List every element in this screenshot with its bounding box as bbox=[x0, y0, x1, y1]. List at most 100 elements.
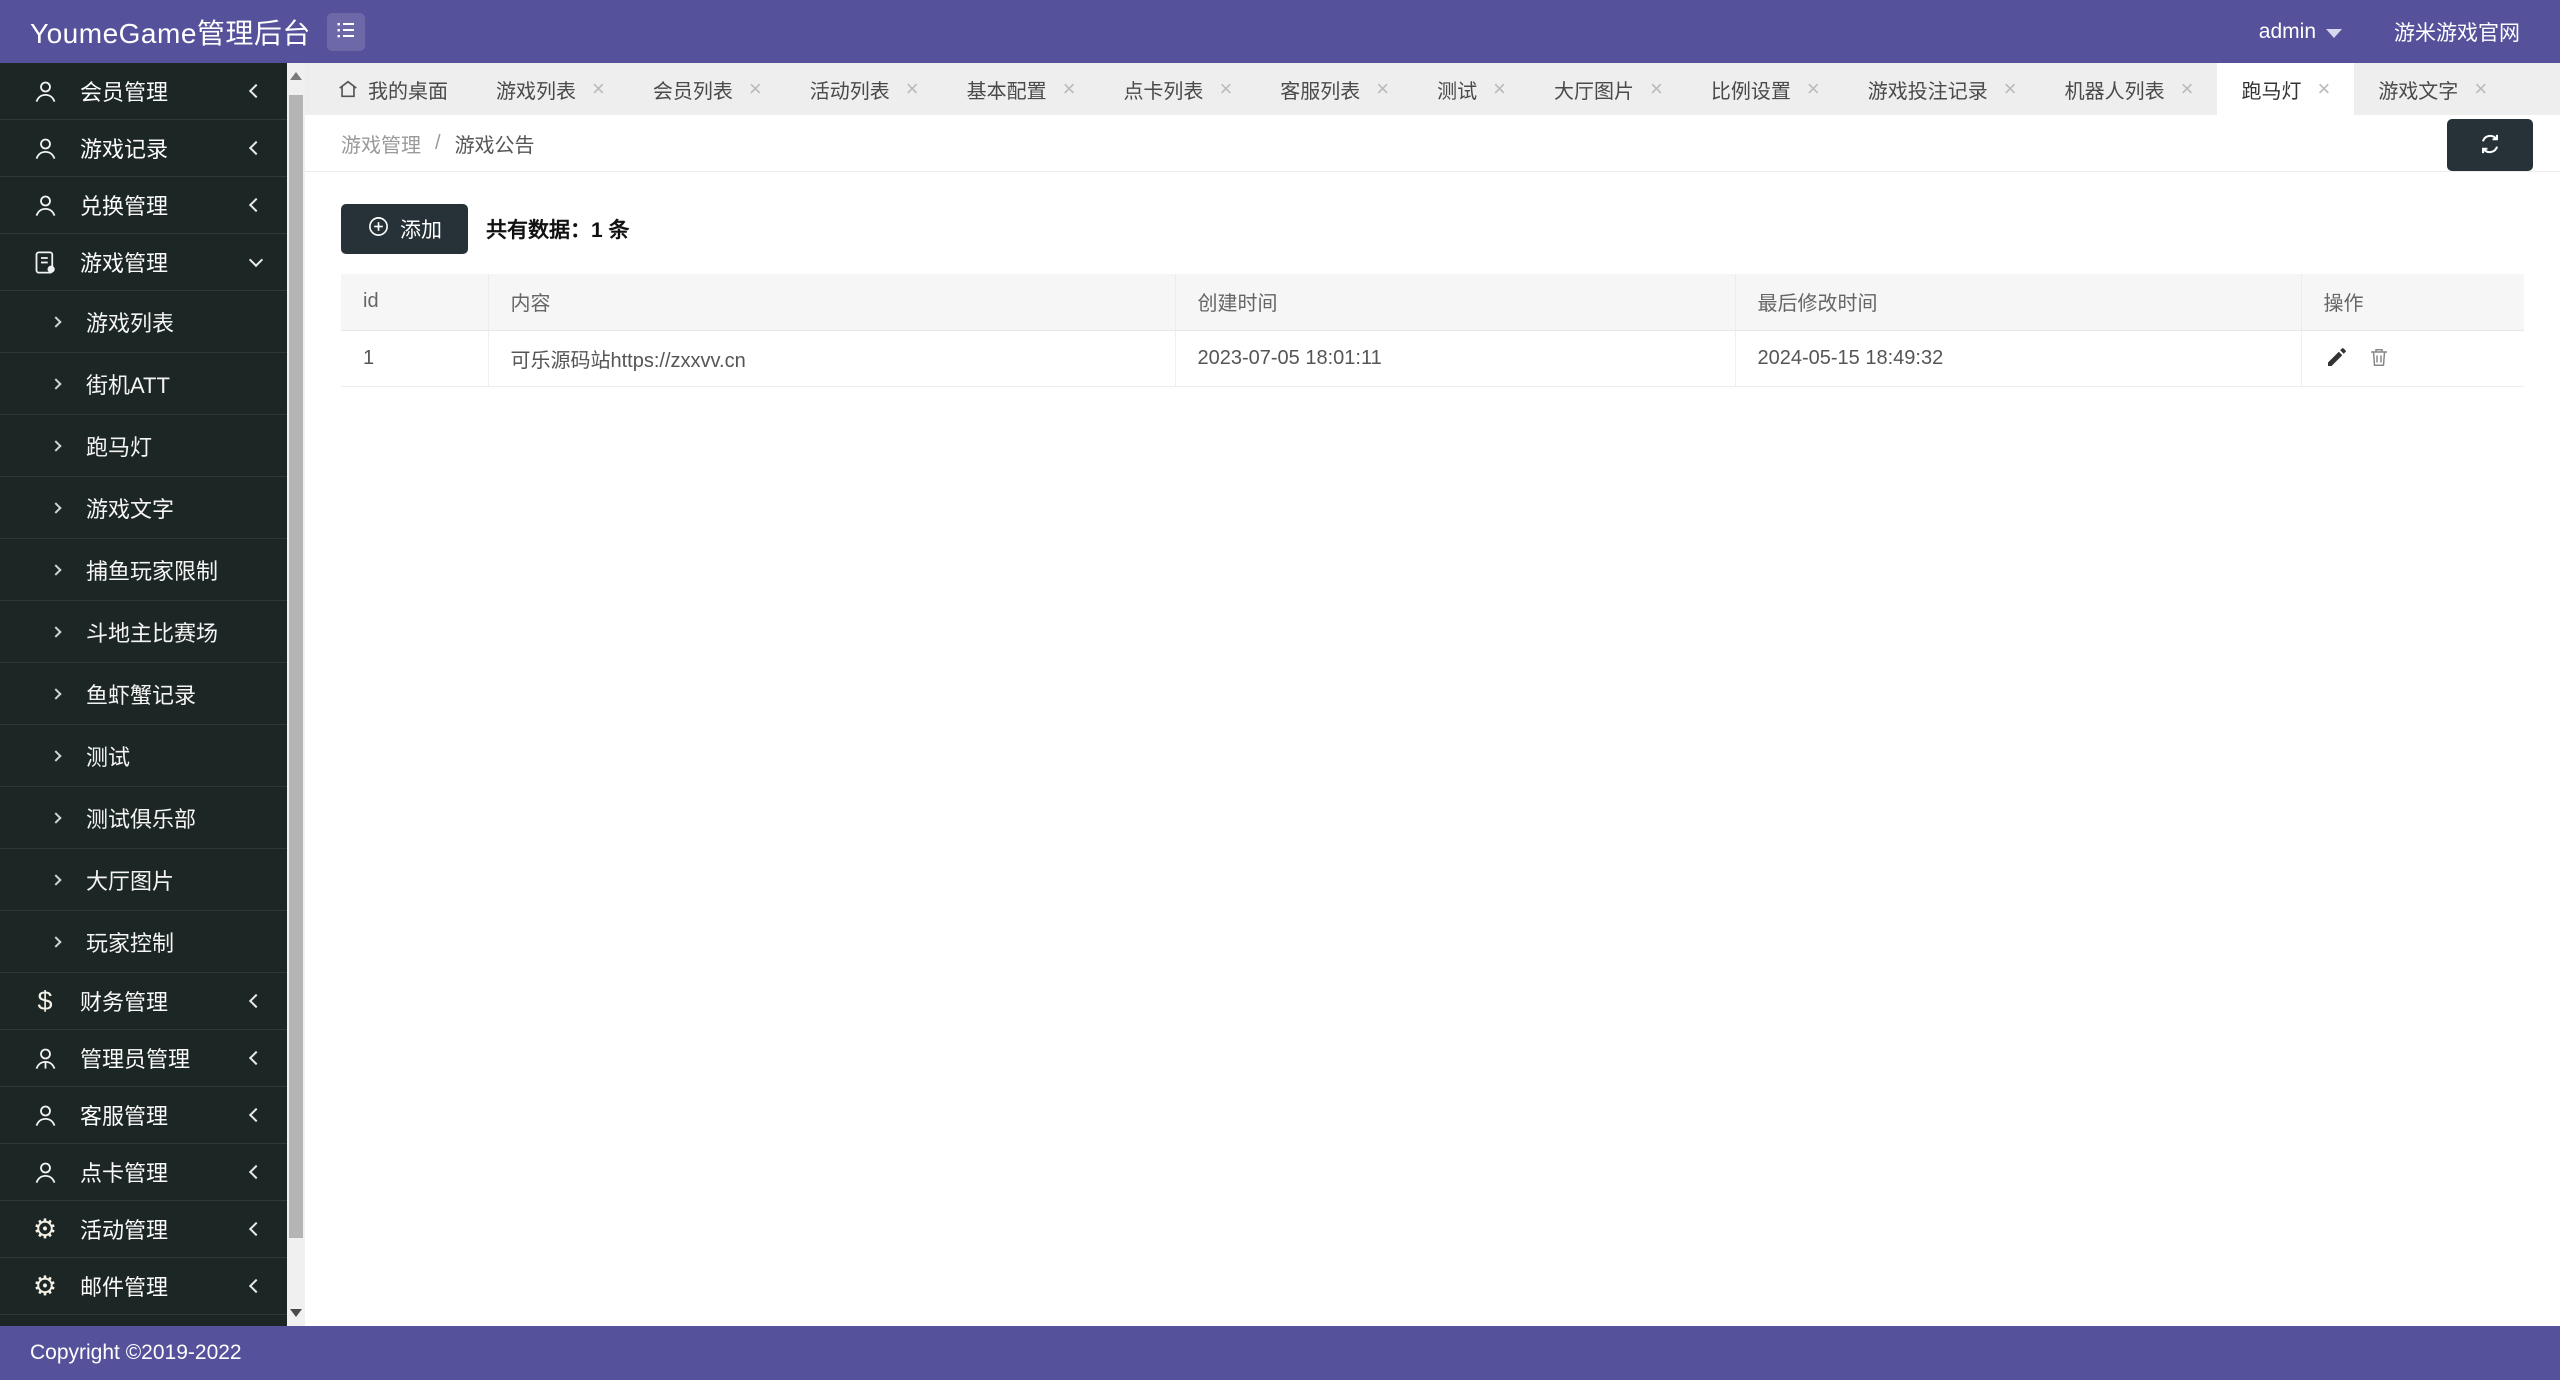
chevron-right-icon bbox=[50, 502, 61, 513]
sidebar-subitem-fishing-player-limit[interactable]: 捕鱼玩家限制 bbox=[0, 539, 287, 601]
tab-lobby-images[interactable]: 大厅图片 × bbox=[1530, 63, 1687, 115]
tab-basic-config[interactable]: 基本配置 × bbox=[943, 63, 1100, 115]
tab-robot-list[interactable]: 机器人列表 × bbox=[2041, 63, 2218, 115]
sidebar-scrollbar[interactable] bbox=[287, 63, 305, 1326]
close-icon[interactable]: × bbox=[2181, 78, 2194, 100]
tab-test[interactable]: 测试 × bbox=[1413, 63, 1530, 115]
sidebar-subitem-game-list[interactable]: 游戏列表 bbox=[0, 291, 287, 353]
caret-down-icon bbox=[2326, 29, 2342, 38]
list-menu-icon bbox=[334, 18, 358, 45]
tab-ratio-settings[interactable]: 比例设置 × bbox=[1687, 63, 1844, 115]
chevron-left-icon bbox=[249, 1165, 263, 1179]
tab-card-list[interactable]: 点卡列表 × bbox=[1099, 63, 1256, 115]
sidebar-subitem-fish-shrimp-crab-records[interactable]: 鱼虾蟹记录 bbox=[0, 663, 287, 725]
close-icon[interactable]: × bbox=[906, 78, 919, 100]
cell-updated-at: 2024-05-15 18:49:32 bbox=[1735, 330, 2301, 386]
refresh-icon bbox=[2477, 131, 2503, 160]
tab-member-list[interactable]: 会员列表 × bbox=[629, 63, 786, 115]
sidebar-item-card-mgmt[interactable]: 点卡管理 bbox=[0, 1144, 287, 1201]
chevron-right-icon bbox=[50, 936, 61, 947]
sidebar-subitem-marquee[interactable]: 跑马灯 bbox=[0, 415, 287, 477]
chevron-right-icon bbox=[50, 626, 61, 637]
sidebar-item-activity-mgmt[interactable]: ⚙ 活动管理 bbox=[0, 1201, 287, 1258]
close-icon[interactable]: × bbox=[1063, 78, 1076, 100]
cell-created-at: 2023-07-05 18:01:11 bbox=[1175, 330, 1735, 386]
scroll-up-arrow-icon[interactable] bbox=[290, 72, 302, 80]
sidebar-toggle-button[interactable] bbox=[327, 13, 365, 51]
close-icon[interactable]: × bbox=[1650, 78, 1663, 100]
delete-button[interactable] bbox=[2366, 345, 2392, 371]
tab-game-list[interactable]: 游戏列表 × bbox=[472, 63, 629, 115]
close-icon[interactable]: × bbox=[749, 78, 762, 100]
home-icon bbox=[337, 78, 359, 100]
sidebar-item-exchange-mgmt[interactable]: 兑换管理 bbox=[0, 177, 287, 234]
table-header-row: id 内容 创建时间 最后修改时间 操作 bbox=[341, 274, 2524, 330]
chevron-right-icon bbox=[50, 812, 61, 823]
sidebar: 会员管理 游戏记录 兑换管理 游戏管理 bbox=[0, 63, 287, 1326]
tab-game-text[interactable]: 游戏文字 × bbox=[2354, 63, 2511, 115]
column-header-id: id bbox=[341, 274, 488, 330]
tab-bar: 我的桌面 游戏列表 × 会员列表 × 活动列表 × 基本配置 × 点卡列表 × bbox=[305, 63, 2560, 115]
chevron-right-icon bbox=[50, 750, 61, 761]
close-icon[interactable]: × bbox=[2474, 78, 2487, 100]
pencil-icon bbox=[2325, 345, 2349, 372]
add-button[interactable]: 添加 bbox=[341, 204, 468, 254]
breadcrumb-page: 游戏公告 bbox=[455, 129, 535, 158]
user-icon bbox=[30, 190, 60, 220]
chevron-left-icon bbox=[249, 84, 263, 98]
user-icon bbox=[30, 1157, 60, 1187]
user-icon bbox=[30, 1043, 60, 1073]
sidebar-subitem-doudizhu-tournament[interactable]: 斗地主比赛场 bbox=[0, 601, 287, 663]
chevron-left-icon bbox=[249, 141, 263, 155]
tab-bet-records[interactable]: 游戏投注记录 × bbox=[1844, 63, 2041, 115]
page-content: 添加 共有数据：1 条 id 内容 创建时间 最后修改时间 操作 bbox=[305, 172, 2560, 1326]
copyright-text: Copyright ©2019-2022 bbox=[30, 1341, 242, 1365]
edit-button[interactable] bbox=[2324, 345, 2350, 371]
sidebar-subitem-arcade-att[interactable]: 街机ATT bbox=[0, 353, 287, 415]
tab-service-list[interactable]: 客服列表 × bbox=[1256, 63, 1413, 115]
sidebar-subitem-test-club[interactable]: 测试俱乐部 bbox=[0, 787, 287, 849]
sidebar-item-finance-mgmt[interactable]: $ 财务管理 bbox=[0, 973, 287, 1030]
add-button-label: 添加 bbox=[400, 214, 442, 244]
close-icon[interactable]: × bbox=[1219, 78, 1232, 100]
sidebar-item-game-mgmt[interactable]: 游戏管理 bbox=[0, 234, 287, 291]
close-icon[interactable]: × bbox=[1376, 78, 1389, 100]
sidebar-item-admin-mgmt[interactable]: 管理员管理 bbox=[0, 1030, 287, 1087]
breadcrumb-section[interactable]: 游戏管理 bbox=[341, 129, 421, 158]
sidebar-item-mail-mgmt[interactable]: ⚙ 邮件管理 bbox=[0, 1258, 287, 1315]
tab-marquee[interactable]: 跑马灯 × bbox=[2217, 63, 2354, 115]
tab-desktop[interactable]: 我的桌面 bbox=[313, 63, 472, 115]
chevron-right-icon bbox=[50, 440, 61, 451]
footer: Copyright ©2019-2022 bbox=[0, 1326, 2560, 1380]
close-icon[interactable]: × bbox=[1807, 78, 1820, 100]
close-icon[interactable]: × bbox=[1493, 78, 1506, 100]
site-link[interactable]: 游米游戏官网 bbox=[2394, 17, 2520, 47]
cell-id: 1 bbox=[341, 330, 488, 386]
sidebar-subitem-player-control[interactable]: 玩家控制 bbox=[0, 911, 287, 973]
close-icon[interactable]: × bbox=[2004, 78, 2017, 100]
gear-icon: ⚙ bbox=[30, 1271, 60, 1301]
column-header-actions: 操作 bbox=[2301, 274, 2524, 330]
sidebar-item-member-mgmt[interactable]: 会员管理 bbox=[0, 63, 287, 120]
scrollbar-thumb[interactable] bbox=[289, 95, 303, 1238]
user-icon bbox=[30, 1100, 60, 1130]
sidebar-subitem-lobby-images[interactable]: 大厅图片 bbox=[0, 849, 287, 911]
sidebar-subitem-test[interactable]: 测试 bbox=[0, 725, 287, 787]
sidebar-subitem-game-text[interactable]: 游戏文字 bbox=[0, 477, 287, 539]
close-icon[interactable]: × bbox=[2317, 78, 2330, 100]
close-icon[interactable]: × bbox=[592, 78, 605, 100]
chevron-right-icon bbox=[50, 874, 61, 885]
sidebar-item-customer-service-mgmt[interactable]: 客服管理 bbox=[0, 1087, 287, 1144]
user-menu[interactable]: admin bbox=[2259, 20, 2342, 44]
tab-activity-list[interactable]: 活动列表 × bbox=[786, 63, 943, 115]
refresh-button[interactable] bbox=[2447, 119, 2533, 171]
chevron-left-icon bbox=[249, 1108, 263, 1122]
column-header-created: 创建时间 bbox=[1175, 274, 1735, 330]
main-content: 我的桌面 游戏列表 × 会员列表 × 活动列表 × 基本配置 × 点卡列表 × bbox=[305, 63, 2560, 1326]
user-icon bbox=[30, 76, 60, 106]
app-header: YoumeGame管理后台 admin 游米游戏官网 bbox=[0, 0, 2560, 63]
chevron-left-icon bbox=[249, 198, 263, 212]
chevron-right-icon bbox=[50, 688, 61, 699]
scroll-down-arrow-icon[interactable] bbox=[290, 1309, 302, 1317]
sidebar-item-game-records[interactable]: 游戏记录 bbox=[0, 120, 287, 177]
